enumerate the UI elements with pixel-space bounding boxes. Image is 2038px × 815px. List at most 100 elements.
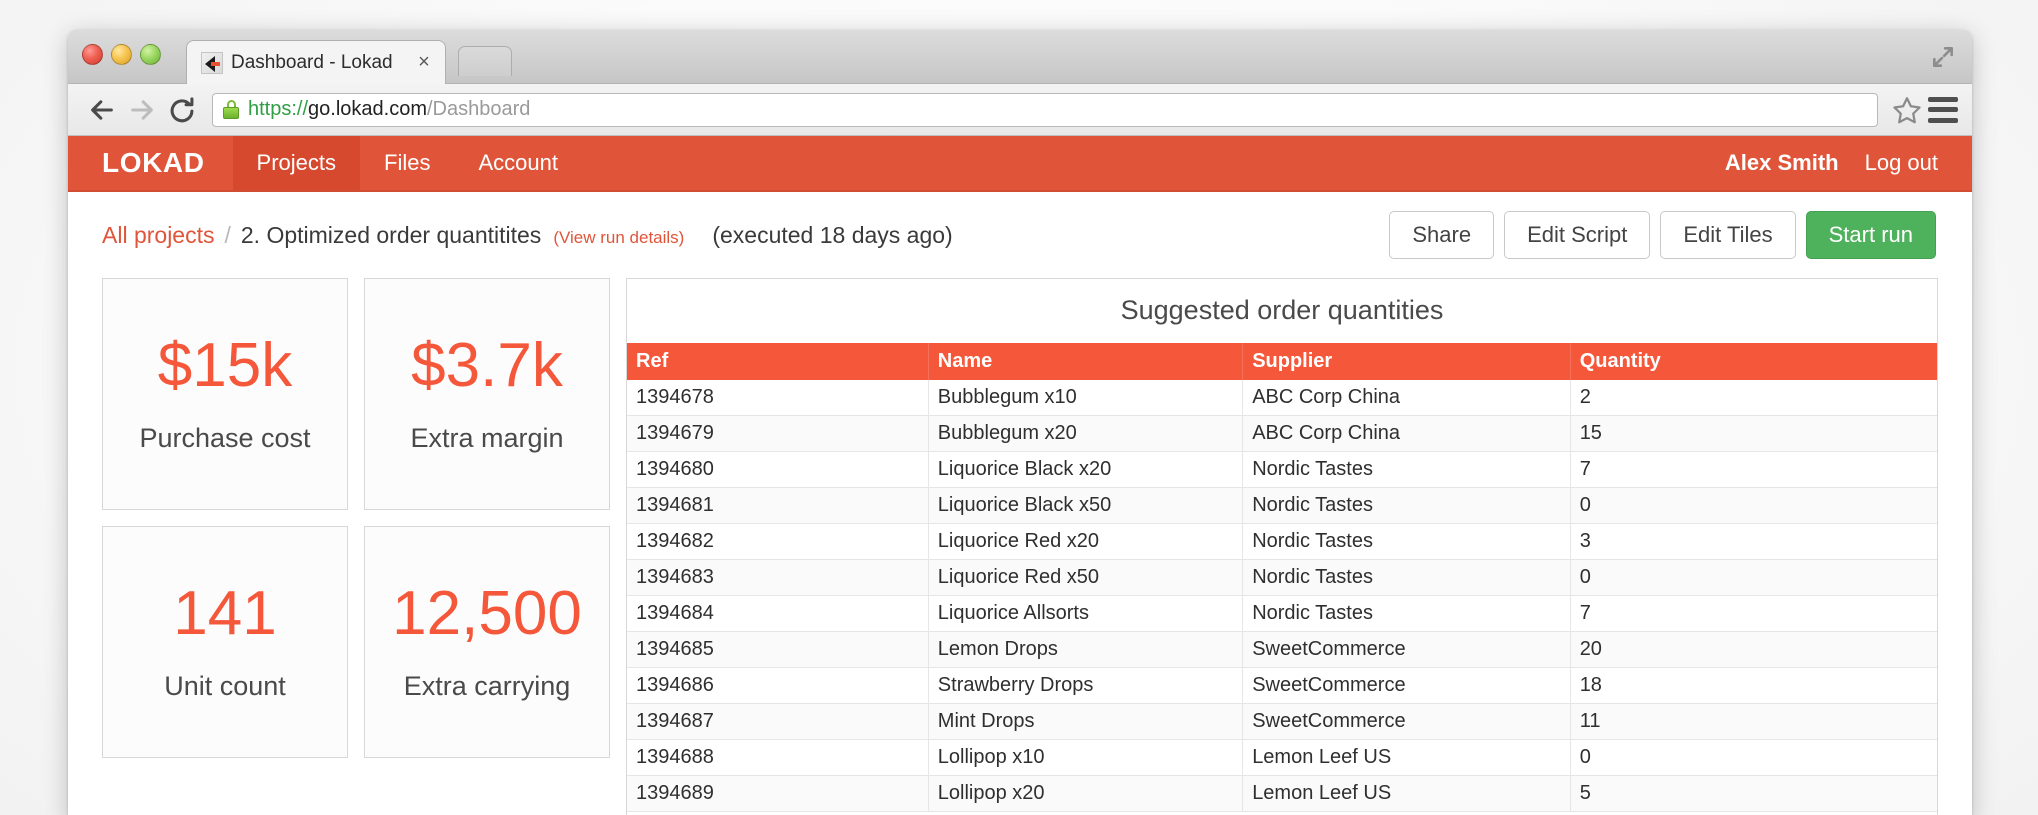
browser-menu-icon[interactable] [1928,96,1958,123]
view-run-details-link[interactable]: (View run details) [553,228,684,248]
start-run-button[interactable]: Start run [1805,211,1936,259]
table-cell: 1394683 [627,559,929,596]
table-cell: 7 [1570,595,1937,632]
kpi-tile-purchase-cost[interactable]: $15k Purchase cost [102,278,348,510]
table-cell: 1394678 [627,380,929,416]
breadcrumb-separator: / [224,221,231,248]
window-controls [82,44,161,65]
reload-button-icon[interactable] [162,90,202,130]
address-bar[interactable]: https://go.lokad.com/Dashboard [212,92,1878,127]
lokad-favicon-icon [201,51,223,74]
url-host: go.lokad.com [308,98,427,120]
browser-window: Dashboard - Lokad × https:// go.lokad.co… [68,30,1972,815]
kpi-tile-extra-margin[interactable]: $3.7k Extra margin [364,278,610,510]
table-cell: 20 [1570,631,1937,668]
table-cell: 1394679 [627,415,929,452]
user-name-label[interactable]: Alex Smith [1703,136,1861,190]
table-cell: 1394682 [627,523,929,560]
table-cell: Lollipop x10 [928,739,1244,776]
table-cell: 1394684 [627,595,929,632]
bookmark-star-icon[interactable] [1892,95,1922,125]
edit-script-button[interactable]: Edit Script [1504,211,1651,259]
url-scheme: https:// [248,98,309,120]
kpi-label: Extra margin [410,422,564,453]
kpi-tile-group: $15k Purchase cost $3.7k Extra margin 14… [102,278,610,758]
kpi-value: $15k [157,330,293,400]
table-column-header[interactable]: Quantity [1570,343,1937,380]
table-cell: SweetCommerce [1242,631,1571,668]
table-row[interactable]: 1394682 Liquorice Red x20 Nordic Tastes 3 [627,523,1937,560]
table-cell: SweetCommerce [1242,703,1571,740]
screenshot-root: Dashboard - Lokad × https:// go.lokad.co… [0,0,2038,815]
breadcrumb-row: All projects / 2. Optimized order quanti… [68,192,1972,278]
browser-tab[interactable]: Dashboard - Lokad × [186,40,446,84]
url-path: /Dashboard [427,98,531,120]
table-header-row: Ref Name Supplier Quantity [627,343,1937,380]
close-tab-icon[interactable]: × [413,52,435,74]
table-cell: Strawberry Drops [928,667,1244,704]
lokad-logo[interactable]: LOKAD [68,136,233,190]
table-cell: Lemon Leef US [1242,739,1571,776]
table-row[interactable]: 1394684 Liquorice Allsorts Nordic Tastes 7 [627,595,1937,632]
table-row[interactable]: 1394678 Bubblegum x10 ABC Corp China 2 [627,380,1937,416]
table-row[interactable]: 1394685 Lemon Drops SweetCommerce 20 [627,631,1937,668]
table-row[interactable]: 1394688 Lollipop x10 Lemon Leef US 0 [627,739,1937,776]
table-cell: Lemon Drops [928,631,1244,668]
kpi-label: Unit count [164,670,286,701]
share-button[interactable]: Share [1389,211,1495,259]
kpi-value: 12,500 [392,578,582,648]
table-row[interactable]: 1394687 Mint Drops SweetCommerce 11 [627,703,1937,740]
new-tab-button[interactable] [458,46,512,76]
action-button-group: Share Edit Script Edit Tiles Start run [1389,211,1936,259]
breadcrumb-all-projects-link[interactable]: All projects [102,222,214,249]
table-cell: Bubblegum x10 [928,380,1244,416]
kpi-label: Purchase cost [139,422,311,453]
app-navbar: LOKAD Projects Files Account Alex Smith … [68,136,1972,192]
table-cell: 1394681 [627,487,929,524]
table-cell: 1394686 [627,667,929,704]
table-cell: 1394680 [627,451,929,488]
kpi-value: 141 [173,578,277,648]
suggested-orders-panel: Suggested order quantities Ref Name Suppli… [626,278,1938,815]
table-cell: Liquorice Black x50 [928,487,1244,524]
table-cell: Lollipop x20 [928,775,1244,812]
table-cell: Liquorice Allsorts [928,595,1244,632]
breadcrumb: All projects / 2. Optimized order quanti… [102,222,953,249]
nav-item-files[interactable]: Files [360,136,454,190]
maximize-window-button[interactable] [140,44,161,65]
table-row[interactable]: 1394681 Liquorice Black x50 Nordic Tastes 0 [627,487,1937,524]
nav-item-projects[interactable]: Projects [232,136,361,190]
nav-item-account[interactable]: Account [454,136,582,190]
table-row[interactable]: 1394680 Liquorice Black x20 Nordic Tastes 7 [627,451,1937,488]
ssl-lock-icon [223,100,239,119]
table-row[interactable]: 1394686 Strawberry Drops SweetCommerce 18 [627,667,1937,704]
close-window-button[interactable] [82,44,103,65]
table-cell: Nordic Tastes [1242,451,1571,488]
table-row[interactable]: 1394683 Liquorice Red x50 Nordic Tastes 0 [627,559,1937,596]
kpi-tile-extra-carrying[interactable]: 12,500 Extra carrying [364,526,610,758]
table-cell: Nordic Tastes [1242,487,1571,524]
table-column-header[interactable]: Name [928,343,1244,380]
table-row[interactable]: 1394679 Bubblegum x20 ABC Corp China 15 [627,415,1937,452]
nav-item-files-label: Files [384,150,431,175]
table-cell: Liquorice Red x20 [928,523,1244,560]
navbar-right: Alex Smith Log out [1703,136,1972,190]
table-cell: Lemon Leef US [1242,775,1571,812]
expand-window-icon[interactable] [1930,44,1956,70]
table-column-header[interactable]: Supplier [1242,343,1571,380]
run-executed-status: (executed 18 days ago) [712,221,953,248]
table-body: 1394678 Bubblegum x10 ABC Corp China 2 13946… [627,380,1937,812]
table-column-header[interactable]: Ref [627,343,929,380]
table-cell: ABC Corp China [1242,415,1571,452]
edit-tiles-button[interactable]: Edit Tiles [1660,211,1796,259]
minimize-window-button[interactable] [111,44,132,65]
table-cell: Bubblegum x20 [928,415,1244,452]
back-button-icon[interactable] [82,90,122,130]
kpi-tile-unit-count[interactable]: 141 Unit count [102,526,348,758]
forward-button-icon[interactable] [122,90,162,130]
logout-link[interactable]: Log out [1861,136,1972,190]
table-cell: Liquorice Black x20 [928,451,1244,488]
table-cell: 5 [1570,775,1937,812]
table-row[interactable]: 1394689 Lollipop x20 Lemon Leef US 5 [627,775,1937,812]
table-cell: 1394685 [627,631,929,668]
